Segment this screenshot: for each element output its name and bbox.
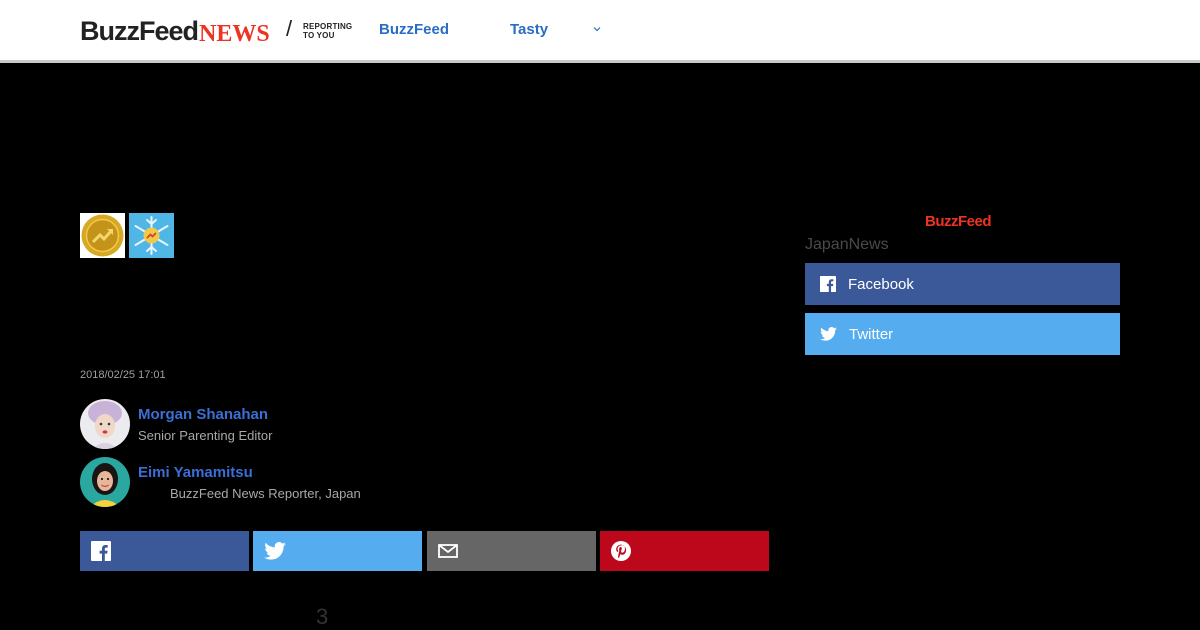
- author-name-eimi-yamamitsu[interactable]: Eimi Yamamitsu: [138, 464, 253, 481]
- logo-buzzfeed-text: BuzzFeed: [80, 16, 199, 46]
- sidebar-facebook-button[interactable]: Facebook: [805, 263, 1120, 305]
- share-email-button[interactable]: [427, 531, 596, 571]
- facebook-icon: [91, 541, 111, 561]
- logo-slash: /: [286, 16, 293, 41]
- twitter-icon: [264, 542, 286, 560]
- author-name-morgan-shanahan[interactable]: Morgan Shanahan: [138, 406, 268, 423]
- author-title-eimi-yamamitsu: BuzzFeed News Reporter, Japan: [170, 486, 361, 501]
- trending-badge[interactable]: [80, 213, 125, 258]
- sidebar-facebook-label: Facebook: [848, 275, 914, 293]
- pinterest-icon: [611, 541, 631, 561]
- chevron-down-icon[interactable]: [592, 24, 602, 34]
- author-title-morgan-shanahan: Senior Parenting Editor: [138, 428, 273, 443]
- avatar-morgan-shanahan[interactable]: [80, 399, 130, 449]
- tagline-line-1: REPORTING: [303, 22, 353, 31]
- publish-timestamp: 2018/02/25 17:01: [80, 369, 166, 381]
- sidebar-buzzfeed-logo: BuzzFeed: [925, 213, 992, 230]
- avatar-eimi-yamamitsu[interactable]: [80, 457, 130, 507]
- site-header: BuzzFeed NEWS / REPORTING TO YOU BuzzFee…: [0, 0, 1200, 63]
- twitter-icon: [820, 327, 837, 341]
- nav-link-tasty[interactable]: Tasty: [510, 21, 548, 39]
- email-icon: [438, 544, 458, 558]
- tagline-line-2: TO YOU: [303, 31, 335, 40]
- trending-badge-icon: [81, 214, 124, 257]
- tagline: REPORTING TO YOU: [303, 22, 352, 40]
- share-twitter-button[interactable]: [253, 531, 422, 571]
- share-count: 3: [316, 604, 329, 629]
- share-pinterest-button[interactable]: [600, 531, 769, 571]
- logo-news-text: NEWS: [199, 21, 270, 47]
- winter-badge[interactable]: [129, 213, 174, 258]
- sidebar-twitter-button[interactable]: Twitter: [805, 313, 1120, 355]
- buzzfeed-news-logo[interactable]: BuzzFeed NEWS: [80, 13, 270, 47]
- facebook-icon: [820, 276, 836, 292]
- nav-link-buzzfeed[interactable]: BuzzFeed: [379, 21, 449, 39]
- avatar-image: [80, 399, 130, 449]
- avatar-image: [80, 457, 130, 507]
- sidebar-twitter-label: Twitter: [849, 325, 894, 343]
- sidebar-japan-news-label: JapanNews: [805, 236, 889, 253]
- snowflake-badge-icon: [129, 213, 174, 258]
- share-facebook-button[interactable]: [80, 531, 249, 571]
